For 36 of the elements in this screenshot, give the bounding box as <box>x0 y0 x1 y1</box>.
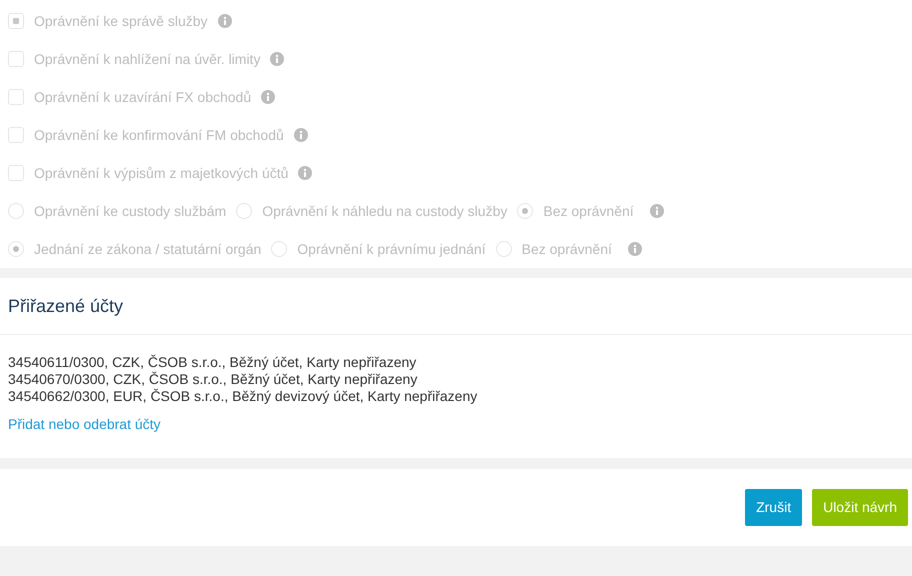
cancel-button[interactable]: Zrušit <box>745 489 802 526</box>
section-title: Přiřazené účty <box>8 294 124 318</box>
checkbox[interactable] <box>8 89 24 105</box>
permission-label: Oprávnění ke konfirmování FM obchodů <box>34 126 284 145</box>
info-icon[interactable] <box>270 52 284 66</box>
checkbox[interactable] <box>8 51 24 67</box>
permission-label: Oprávnění k výpisům z majetkových účtů <box>34 164 288 183</box>
radio-button[interactable] <box>236 203 252 219</box>
radio-button[interactable] <box>496 241 512 257</box>
radio-label: Jednání ze zákona / statutární orgán <box>34 240 262 259</box>
radio-button[interactable] <box>8 203 24 219</box>
radio-label: Oprávnění k náhledu na custody služby <box>262 202 508 221</box>
radio-label: Bez oprávnění <box>522 240 612 259</box>
account-line: 34540670/0300, CZK, ČSOB s.r.o., Běžný účet, Karty nepřiřazeny <box>8 371 418 388</box>
radio-button[interactable] <box>271 241 288 257</box>
add-remove-accounts-link[interactable]: Přidat nebo odebrat účty <box>8 414 161 435</box>
checkbox[interactable] <box>8 165 24 181</box>
permission-label: Oprávnění k nahlížení na úvěr. limity <box>34 50 260 69</box>
radio-button[interactable] <box>8 241 24 257</box>
info-icon[interactable] <box>218 14 232 28</box>
info-icon[interactable] <box>261 90 276 104</box>
permission-label: Oprávnění ke správě služby <box>34 12 208 31</box>
checkbox[interactable] <box>8 127 24 143</box>
radio-button[interactable] <box>517 203 534 219</box>
radio-label: Oprávnění k právnímu jednání <box>297 240 486 259</box>
info-icon[interactable] <box>298 166 312 180</box>
account-line: 34540662/0300, EUR, ČSOB s.r.o., Běžný devizový účet, Karty nepřiřazeny <box>8 388 478 405</box>
radio-label: Bez oprávnění <box>543 202 634 221</box>
checkbox[interactable] <box>8 13 24 29</box>
info-icon[interactable] <box>628 242 642 256</box>
info-icon[interactable] <box>650 204 664 218</box>
radio-label: Oprávnění ke custody službám <box>34 202 226 221</box>
permission-label: Oprávnění k uzavírání FX obchodů <box>34 88 252 107</box>
save-draft-button[interactable]: Uložit návrh <box>812 489 908 526</box>
account-line: 34540611/0300, CZK, ČSOB s.r.o., Běžný účet, Karty nepřiřazeny <box>8 354 418 371</box>
info-icon[interactable] <box>294 128 308 142</box>
